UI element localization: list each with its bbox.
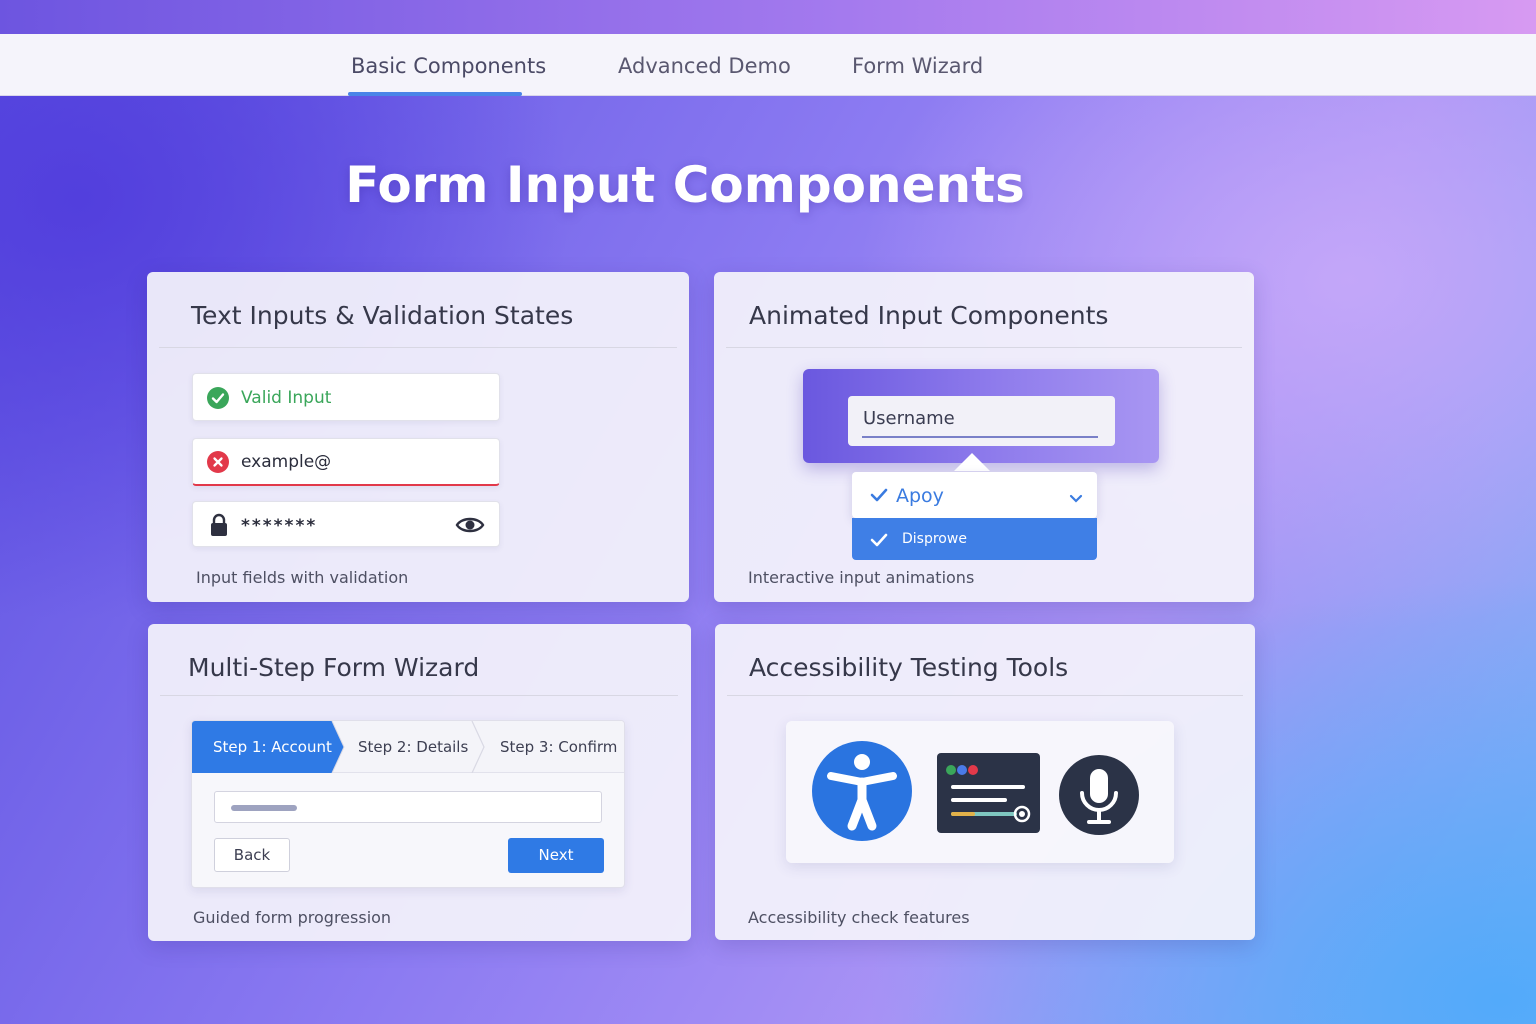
animated-input-panel: Username [803,369,1159,463]
wizard-steps: Step 1: Account Step 2: Details Step 3: … [192,721,624,773]
tab-basic-components[interactable]: Basic Components [351,34,546,96]
back-button[interactable]: Back [214,838,290,872]
card-divider [160,695,678,696]
card-title: Animated Input Components [749,301,1109,330]
error-input-value: example@ [241,452,332,472]
card-caption: Accessibility check features [748,908,970,927]
screen-reader-icon[interactable] [937,753,1040,837]
password-input-field[interactable]: ******* [192,501,500,547]
valid-input-field[interactable]: Valid Input [192,373,500,421]
dropdown-pointer [954,453,990,471]
check-icon [870,487,888,507]
error-input-field[interactable]: example@ [192,438,500,486]
check-icon [870,532,888,552]
next-button[interactable]: Next [508,838,604,873]
tab-advanced-demo[interactable]: Advanced Demo [618,34,791,96]
wizard-input-field[interactable] [214,791,602,823]
eye-icon[interactable] [455,515,485,539]
password-value: ******* [241,516,318,536]
card-title: Multi-Step Form Wizard [188,653,480,682]
active-tab-indicator [348,92,522,96]
dropdown-option[interactable]: Disprowe [852,518,1097,560]
chevron-down-icon[interactable] [1069,489,1083,508]
username-input[interactable]: Username [848,396,1115,446]
valid-input-value: Valid Input [241,388,332,408]
input-underline [862,436,1098,438]
dropdown-option-label: Disprowe [902,531,967,547]
card-caption: Guided form progression [193,908,392,927]
form-wizard-card: Multi-Step Form Wizard Step 1: Account S… [148,624,691,941]
step-confirm[interactable]: Step 3: Confirm [500,721,617,773]
accessibility-tools-panel [786,721,1174,863]
step-details[interactable]: Step 2: Details [358,721,468,773]
card-divider [159,347,677,348]
card-caption: Interactive input animations [748,568,975,587]
lock-icon [209,513,229,541]
microphone-icon[interactable] [1058,749,1140,845]
wizard-panel: Step 1: Account Step 2: Details Step 3: … [191,720,625,888]
card-divider [727,695,1243,696]
dropdown-select[interactable]: Apoy [852,472,1097,518]
accessibility-tools-card: Accessibility Testing Tools Accessibilit… [715,624,1255,940]
top-gradient-strip [0,0,1536,34]
page-title: Form Input Components [345,156,1025,214]
top-navbar: Basic Components Advanced Demo Form Wiza… [0,34,1536,96]
card-title: Accessibility Testing Tools [749,653,1069,682]
card-caption: Input fields with validation [196,568,409,587]
card-divider [726,347,1242,348]
text-inputs-card: Text Inputs & Validation States Valid In… [147,272,689,602]
check-circle-icon [207,387,229,409]
tab-form-wizard[interactable]: Form Wizard [852,34,983,96]
animated-inputs-card: Animated Input Components Username Apoy … [714,272,1254,602]
step-account[interactable]: Step 1: Account [213,721,332,773]
dropdown-value: Apoy [896,485,944,507]
card-title: Text Inputs & Validation States [191,301,574,330]
error-circle-icon [207,451,229,473]
accessibility-icon[interactable] [811,738,913,848]
placeholder-bar [231,805,297,811]
